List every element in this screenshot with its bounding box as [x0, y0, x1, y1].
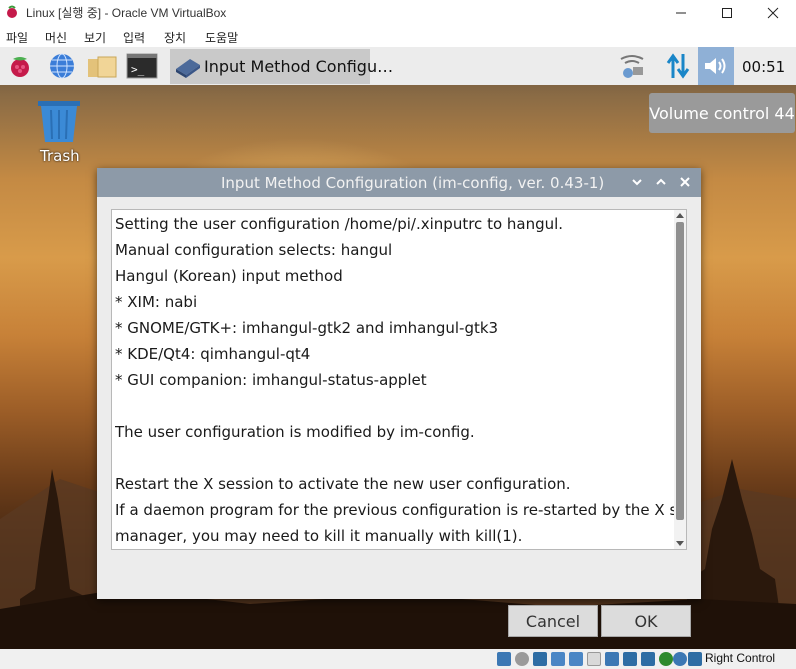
message-line: * KDE/Qt4: qimhangul-qt4 — [115, 345, 311, 363]
shared-folders-icon[interactable] — [587, 652, 601, 666]
host-menu-bar: 파일 머신 보기 입력 장치 도움말 — [0, 25, 796, 47]
globe-status-icon[interactable] — [673, 652, 687, 666]
trash-label: Trash — [40, 147, 80, 165]
menu-view[interactable]: 보기 — [84, 29, 106, 46]
dialog-message-text: Setting the user configuration /home/pi/… — [115, 211, 675, 549]
message-line: manager, you may need to kill it manuall… — [115, 527, 523, 545]
file-manager-button[interactable] — [86, 51, 118, 81]
mouse-integration-icon[interactable] — [659, 652, 673, 666]
menu-help[interactable]: 도움말 — [205, 29, 238, 46]
cancel-button[interactable]: Cancel — [508, 605, 598, 637]
message-line: * GUI companion: imhangul-status-applet — [115, 371, 427, 389]
dialog-message-area[interactable]: Setting the user configuration /home/pi/… — [111, 209, 687, 550]
host-key-label: Right Control — [705, 651, 776, 665]
terminal-button[interactable]: >_ — [126, 51, 158, 81]
host-title-bar: Linux [실행 중] - Oracle VM VirtualBox — [0, 0, 796, 25]
menu-file[interactable]: 파일 — [6, 29, 28, 46]
dialog-title: Input Method Configuration (im-config, v… — [221, 174, 605, 192]
dialog-title-bar[interactable]: Input Method Configuration (im-config, v… — [97, 168, 701, 197]
scroll-down-arrow-icon[interactable] — [676, 539, 684, 547]
volume-tooltip: Volume control 44 — [649, 93, 795, 133]
minimize-icon — [676, 12, 686, 13]
close-button[interactable] — [750, 0, 796, 25]
message-line — [115, 393, 675, 419]
trash-icon[interactable] — [36, 99, 82, 143]
optical-drive-icon[interactable] — [515, 652, 529, 666]
menu-input[interactable]: 입력 — [123, 29, 145, 46]
speaker-icon — [705, 58, 726, 74]
message-line: Manual configuration selects: hangul — [115, 241, 393, 259]
message-line: * XIM: nabi — [115, 293, 198, 311]
network-adapter-icon[interactable] — [551, 652, 565, 666]
maximize-button[interactable] — [704, 0, 750, 25]
host-window-title: Linux [실행 중] - Oracle VM VirtualBox — [26, 6, 227, 20]
dialog-maximize-button[interactable] — [654, 175, 668, 189]
up-down-arrows-icon — [666, 53, 690, 79]
scroll-up-arrow-icon[interactable] — [676, 212, 684, 220]
scrollbar-thumb[interactable] — [676, 222, 684, 520]
message-line: Hangul (Korean) input method — [115, 267, 343, 285]
im-config-dialog: Input Method Configuration (im-config, v… — [97, 168, 701, 637]
message-line: * GNOME/GTK+: imhangul-gtk2 and imhangul… — [115, 319, 499, 337]
display-icon[interactable] — [605, 652, 619, 666]
hard-disk-icon[interactable] — [497, 652, 511, 666]
vt-x-icon[interactable] — [641, 652, 655, 666]
taskbar: >_ Input Method Configu… 00:51 — [0, 47, 796, 85]
taskbar-task-label: Input Method Configu… — [204, 57, 394, 76]
message-line: Restart the X session to activate the ne… — [115, 475, 571, 493]
vertical-scrollbar[interactable] — [674, 210, 686, 549]
message-line — [115, 445, 675, 471]
host-key-arrow-icon[interactable] — [688, 652, 702, 666]
vm-status-bar: Right Control — [0, 649, 796, 669]
volume-tray-button[interactable] — [698, 47, 734, 85]
usb-icon[interactable] — [569, 652, 583, 666]
dialog-close-button[interactable] — [678, 175, 692, 189]
raspberry-app-icon — [7, 5, 17, 18]
close-icon — [680, 177, 690, 187]
minimize-button[interactable] — [658, 0, 704, 25]
network-tray-button[interactable] — [612, 47, 652, 85]
raspberry-menu-button[interactable] — [4, 51, 36, 81]
data-transfer-tray-button[interactable] — [660, 47, 696, 85]
chevron-up-icon — [656, 178, 666, 185]
taskbar-task-im-config[interactable]: Input Method Configu… — [170, 49, 393, 84]
message-line: If a daemon program for the previous con… — [115, 501, 675, 519]
maximize-icon — [722, 7, 732, 18]
network-icon — [620, 55, 644, 78]
dialog-minimize-button[interactable] — [630, 175, 644, 189]
raspberry-icon — [11, 57, 29, 77]
web-browser-button[interactable] — [46, 51, 78, 81]
video-capture-icon[interactable] — [623, 652, 637, 666]
svg-text:>_: >_ — [131, 63, 145, 76]
audio-icon[interactable] — [533, 652, 547, 666]
folder-icon — [88, 56, 117, 78]
message-line: Setting the user configuration /home/pi/… — [115, 215, 564, 233]
guest-screen: >_ Input Method Configu… 00:51 Volume co… — [0, 47, 796, 649]
close-icon — [767, 7, 779, 18]
terminal-icon: >_ — [126, 53, 158, 79]
message-line: The user configuration is modified by im… — [115, 423, 475, 441]
menu-machine[interactable]: 머신 — [45, 29, 67, 46]
globe-icon — [50, 53, 74, 79]
chevron-down-icon — [632, 179, 642, 186]
menu-devices[interactable]: 장치 — [164, 29, 186, 46]
clock[interactable]: 00:51 — [742, 58, 785, 76]
keyboard-config-icon — [176, 59, 200, 78]
ok-button[interactable]: OK — [601, 605, 691, 637]
